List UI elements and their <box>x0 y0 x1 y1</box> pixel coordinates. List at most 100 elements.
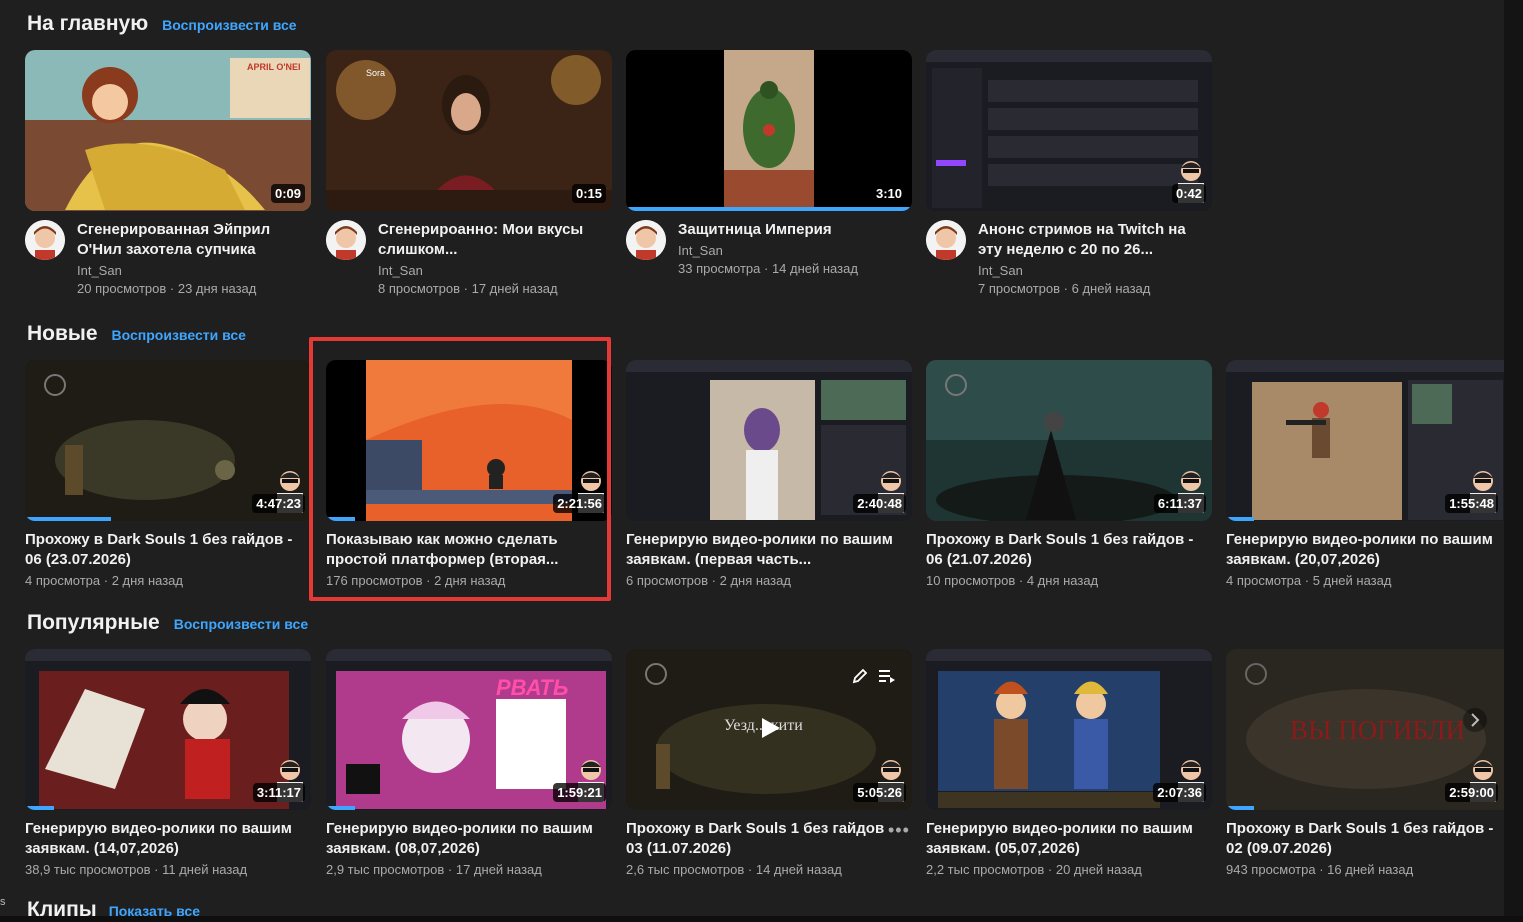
video-stats: 20 просмотров23 дня назад <box>77 281 311 296</box>
video-title[interactable]: Показываю как можно сделать простой плат… <box>326 530 612 570</box>
section-new-header: Новые Воспроизвести все <box>27 322 246 346</box>
view-count: 2,6 тыс просмотров <box>626 862 745 877</box>
section-popular-header: Популярные Воспроизвести все <box>27 611 308 635</box>
channel-avatar[interactable] <box>626 220 666 260</box>
video-thumbnail[interactable]: 0:42 <box>926 50 1212 211</box>
video-card[interactable]: ВЫ ПОГИБЛИ 2:59:00 Прохожу в Dark Souls … <box>1226 649 1504 877</box>
video-card[interactable]: APRIL O'NEI 0:09 Сгенерированная Эйприл … <box>25 50 311 296</box>
upload-age: 2 дня назад <box>708 573 791 588</box>
video-card[interactable]: 2:40:48 Генерирую видео-ролики по вашим … <box>626 360 912 588</box>
chevron-right-icon[interactable] <box>1462 707 1488 733</box>
video-thumbnail[interactable]: 4:47:23 <box>25 360 311 521</box>
video-thumbnail[interactable]: 3:10 <box>626 50 912 211</box>
play-all-link[interactable]: Воспроизвести все <box>162 17 296 33</box>
video-stats: 6 просмотров2 дня назад <box>626 573 912 588</box>
upload-age: 14 дней назад <box>760 261 858 276</box>
video-card[interactable]: РВАТЬ 1:59:21 Генерирую видео-ролики по … <box>326 649 612 877</box>
view-count: 176 просмотров <box>326 573 423 588</box>
video-stats: 7 просмотров6 дней назад <box>978 281 1212 296</box>
video-stats: 10 просмотров4 дня назад <box>926 573 1212 588</box>
video-title[interactable]: Прохожу в Dark Souls 1 без гайдов - 06 (… <box>926 530 1212 570</box>
video-title[interactable]: Защитница Империя <box>678 220 912 240</box>
video-card[interactable]: 2:21:56 Показываю как можно сделать прос… <box>326 360 612 588</box>
video-title[interactable]: Прохожу в Dark Souls 1 без гайдов - 06 (… <box>25 530 311 570</box>
duration-badge: 0:09 <box>270 184 305 203</box>
view-count: 4 просмотра <box>25 573 101 588</box>
channel-name[interactable]: Int_San <box>678 243 912 258</box>
video-stats: 8 просмотров17 дней назад <box>378 281 612 296</box>
section-title: Популярные <box>27 611 160 634</box>
more-vert-icon[interactable]: ••• <box>888 820 910 841</box>
video-thumbnail[interactable]: 6:11:37 <box>926 360 1212 521</box>
upload-age: 6 дней назад <box>1060 281 1150 296</box>
page-scrollbar[interactable] <box>1504 0 1523 916</box>
video-card[interactable]: 6:11:37 Прохожу в Dark Souls 1 без гайдо… <box>926 360 1212 588</box>
add-to-queue-icon[interactable] <box>878 667 896 685</box>
upload-age: 4 дня назад <box>1015 573 1098 588</box>
video-stats: 2,6 тыс просмотров14 дней назад <box>626 862 912 877</box>
view-count: 6 просмотров <box>626 573 709 588</box>
watch-progress-bar <box>326 517 355 521</box>
play-all-link[interactable]: Воспроизвести все <box>174 616 308 632</box>
video-thumbnail[interactable]: 2:21:56 <box>326 360 612 521</box>
video-title[interactable]: Прохожу в Dark Souls 1 без гайдов - 02 (… <box>1226 819 1504 859</box>
thumbnail-caption: APRIL O'NEI <box>247 62 301 72</box>
video-thumbnail[interactable]: APRIL O'NEI 0:09 <box>25 50 311 211</box>
video-card[interactable]: 4:47:23 Прохожу в Dark Souls 1 без гайдо… <box>25 360 311 588</box>
pencil-icon[interactable] <box>851 667 869 685</box>
channel-avatar[interactable] <box>326 220 366 260</box>
video-title[interactable]: Генерирую видео-ролики по вашим заявкам.… <box>1226 530 1504 570</box>
video-thumbnail[interactable]: 2:40:48 <box>626 360 912 521</box>
duration-badge: 1:59:21 <box>553 783 606 802</box>
video-thumbnail[interactable]: РВАТЬ 1:59:21 <box>326 649 612 810</box>
view-count: 38,9 тыс просмотров <box>25 862 151 877</box>
channel-name[interactable]: Int_San <box>378 263 612 278</box>
play-all-link[interactable]: Воспроизвести все <box>112 327 246 343</box>
channel-avatar[interactable] <box>926 220 966 260</box>
video-card[interactable]: Sora 0:15 Сгенерироанно: Мои вкусы слишк… <box>326 50 612 296</box>
video-title[interactable]: Генерирую видео-ролики по вашим заявкам.… <box>926 819 1212 859</box>
video-thumbnail[interactable]: 2:07:36 <box>926 649 1212 810</box>
watch-progress-bar <box>25 806 54 810</box>
video-title[interactable]: Анонс стримов на Twitch на эту неделю с … <box>978 220 1212 260</box>
video-stats: 38,9 тыс просмотров11 дней назад <box>25 862 311 877</box>
show-all-link[interactable]: Показать все <box>109 903 200 919</box>
video-thumbnail[interactable]: Sora 0:15 <box>326 50 612 211</box>
video-card[interactable]: Уезд... кити 5:05:26 Прохожу в Dark Soul… <box>626 649 912 877</box>
video-thumbnail[interactable]: 1:55:48 <box>1226 360 1504 521</box>
watch-progress-bar <box>25 517 111 521</box>
video-title[interactable]: Прохожу в Dark Souls 1 без гайдов - 03 (… <box>626 819 912 859</box>
upload-age: 17 дней назад <box>444 862 542 877</box>
thumbnail-caption: Sora <box>366 68 386 78</box>
video-title[interactable]: Генерирую видео-ролики по вашим заявкам.… <box>326 819 612 859</box>
play-icon[interactable] <box>760 716 782 740</box>
channel-avatar[interactable] <box>25 220 65 260</box>
upload-age: 17 дней назад <box>460 281 558 296</box>
video-title[interactable]: Сгенерироанно: Мои вкусы слишком... <box>378 220 612 260</box>
video-card[interactable]: 3:10 Защитница Империя Int_San 33 просмо… <box>626 50 912 276</box>
upload-age: 16 дней назад <box>1316 862 1414 877</box>
duration-badge: 0:42 <box>1171 184 1206 203</box>
video-title[interactable]: Сгенерированная Эйприл О'Нил захотела су… <box>77 220 311 260</box>
thumbnail-caption: РВАТЬ <box>496 675 569 700</box>
video-title[interactable]: Генерирую видео-ролики по вашим заявкам.… <box>626 530 912 570</box>
duration-badge: 6:11:37 <box>1153 494 1206 513</box>
view-count: 943 просмотра <box>1226 862 1316 877</box>
video-card[interactable]: 1:55:48 Генерирую видео-ролики по вашим … <box>1226 360 1504 588</box>
video-thumbnail[interactable]: ВЫ ПОГИБЛИ 2:59:00 <box>1226 649 1504 810</box>
video-card[interactable]: 3:11:17 Генерирую видео-ролики по вашим … <box>25 649 311 877</box>
video-thumbnail[interactable]: 3:11:17 <box>25 649 311 810</box>
duration-badge: 1:55:48 <box>1445 494 1498 513</box>
channel-name[interactable]: Int_San <box>978 263 1212 278</box>
video-thumbnail[interactable]: Уезд... кити 5:05:26 <box>626 649 912 810</box>
duration-badge: 0:15 <box>571 184 606 203</box>
video-stats: 4 просмотра2 дня назад <box>25 573 311 588</box>
video-card[interactable]: 2:07:36 Генерирую видео-ролики по вашим … <box>926 649 1212 877</box>
video-card[interactable]: 0:42 Анонс стримов на Twitch на эту неде… <box>926 50 1212 296</box>
channel-name[interactable]: Int_San <box>77 263 311 278</box>
view-count: 4 просмотра <box>1226 573 1302 588</box>
thumbnail-caption: ВЫ ПОГИБЛИ <box>1290 715 1466 745</box>
video-title[interactable]: Генерирую видео-ролики по вашим заявкам.… <box>25 819 311 859</box>
upload-age: 20 дней назад <box>1044 862 1142 877</box>
duration-badge: 3:10 <box>871 184 906 203</box>
